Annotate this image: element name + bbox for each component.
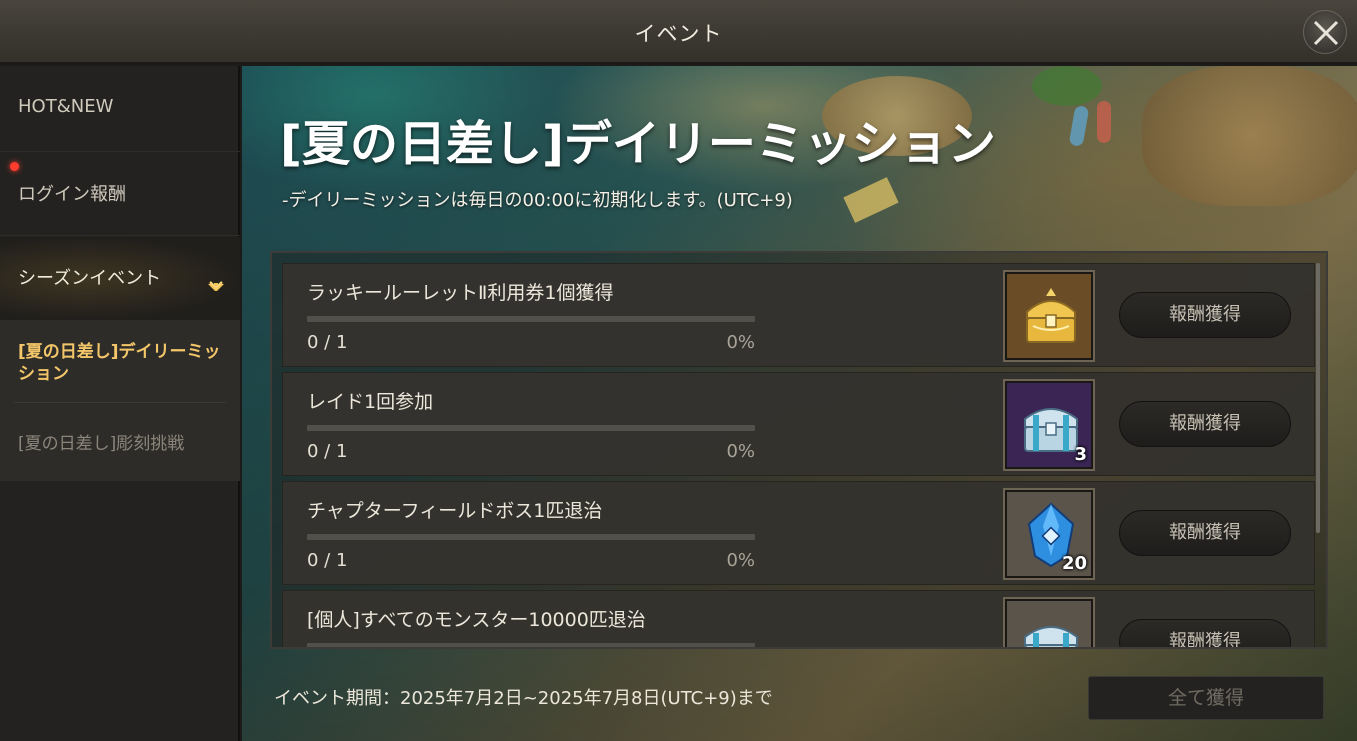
- sidebar-item-label: ログイン報酬: [18, 184, 126, 205]
- progress-bar: [307, 425, 755, 431]
- event-title: [夏の日差し]デイリーミッション: [280, 116, 996, 172]
- close-button[interactable]: [1303, 10, 1347, 54]
- mission-name: [個人]すべてのモンスター10000匹退治: [307, 609, 646, 631]
- mission-row: レイド1回参加 0 / 1 0% 3 報酬獲得: [282, 372, 1315, 476]
- claim-reward-button[interactable]: 報酬獲得: [1119, 510, 1291, 556]
- mission-name: レイド1回参加: [307, 391, 434, 413]
- sidebar: HOT&NEW ログイン報酬 シーズンイベント [夏の日差し]デイリーミッション…: [0, 66, 240, 741]
- progress-bar: [307, 534, 755, 540]
- season-event-submenu: [夏の日差し]デイリーミッション [夏の日差し]彫刻挑戦: [0, 321, 240, 481]
- claim-reward-button[interactable]: 報酬獲得: [1119, 401, 1291, 447]
- divider: [14, 402, 226, 403]
- progress-bar: [307, 316, 755, 322]
- scrollbar[interactable]: [1316, 263, 1320, 533]
- reward-item[interactable]: 3: [1003, 379, 1095, 471]
- palm-tree-decoration: [1032, 66, 1102, 106]
- progress-count: 0 / 1: [307, 332, 348, 353]
- mission-name: ラッキールーレットⅡ利用券1個獲得: [307, 282, 614, 304]
- window-title: イベント: [634, 22, 723, 46]
- surfboard-decoration: [1097, 101, 1111, 143]
- close-icon: [1313, 20, 1339, 46]
- sidebar-item-hot-new[interactable]: HOT&NEW: [0, 66, 240, 152]
- sidebar-item-label: シーズンイベント: [18, 268, 162, 289]
- event-subtitle: -デイリーミッションは毎日の00:00に初期化します。(UTC+9): [282, 190, 793, 211]
- claim-reward-button[interactable]: 報酬獲得: [1119, 292, 1291, 338]
- notification-dot: [10, 162, 19, 171]
- silver-chest-icon: [1024, 626, 1078, 647]
- reward-item[interactable]: 20: [1003, 488, 1095, 580]
- event-content: [夏の日差し]デイリーミッション -デイリーミッションは毎日の00:00に初期化…: [242, 66, 1357, 741]
- mission-row: [個人]すべてのモンスター10000匹退治 報酬獲得: [282, 590, 1315, 647]
- chevron-down-icon: [208, 281, 224, 291]
- reward-quantity: 3: [1074, 444, 1087, 465]
- surfboard-decoration: [1068, 105, 1090, 147]
- progress-count: 0 / 1: [307, 550, 348, 571]
- mission-list[interactable]: ラッキールーレットⅡ利用券1個獲得 0 / 1 0% 報酬獲得 レイド1回参加 …: [270, 251, 1328, 649]
- event-period: イベント期間：2025年7月2日~2025年7月8日(UTC+9)まで: [274, 688, 773, 709]
- sidebar-item-label: HOT&NEW: [18, 96, 114, 117]
- sidebar-item-season-event[interactable]: シーズンイベント: [0, 237, 240, 321]
- progress-count: 0 / 1: [307, 441, 348, 462]
- reward-item[interactable]: [1003, 270, 1095, 362]
- sidebar-item-login-reward[interactable]: ログイン報酬: [0, 152, 240, 236]
- subitem-daily-mission[interactable]: [夏の日差し]デイリーミッション: [18, 341, 230, 385]
- mission-name: チャプターフィールドボス1匹退治: [307, 500, 603, 522]
- title-bar: イベント: [0, 0, 1357, 64]
- claim-all-button[interactable]: 全て獲得: [1088, 676, 1324, 720]
- beach-towel-decoration: [843, 177, 899, 223]
- progress-percent: 0%: [726, 332, 755, 353]
- beach-hut-decoration: [1142, 66, 1357, 206]
- golden-chest-icon: [1026, 288, 1076, 343]
- subitem-sculpture-challenge[interactable]: [夏の日差し]彫刻挑戦: [18, 429, 230, 454]
- reward-item[interactable]: [1003, 597, 1095, 647]
- progress-percent: 0%: [726, 550, 755, 571]
- mission-row: ラッキールーレットⅡ利用券1個獲得 0 / 1 0% 報酬獲得: [282, 263, 1315, 367]
- progress-bar: [307, 643, 755, 647]
- progress-percent: 0%: [726, 441, 755, 462]
- claim-reward-button[interactable]: 報酬獲得: [1119, 619, 1291, 647]
- reward-quantity: 20: [1061, 553, 1087, 574]
- mission-row: チャプターフィールドボス1匹退治 0 / 1 0% 20 報酬獲得: [282, 481, 1315, 585]
